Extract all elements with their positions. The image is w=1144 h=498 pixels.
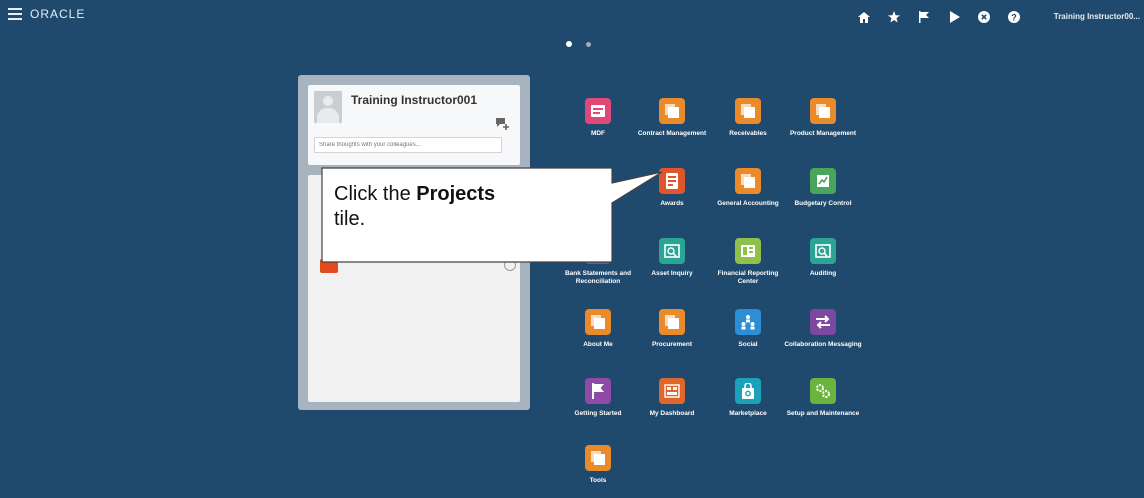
callout-prefix: Click the — [334, 183, 417, 205]
callout-bold: Projects — [416, 183, 496, 205]
instruction-callout-text: Click the Projects tile. — [334, 182, 604, 232]
instruction-callout-box — [321, 167, 663, 263]
callout-suffix: tile. — [334, 208, 366, 230]
